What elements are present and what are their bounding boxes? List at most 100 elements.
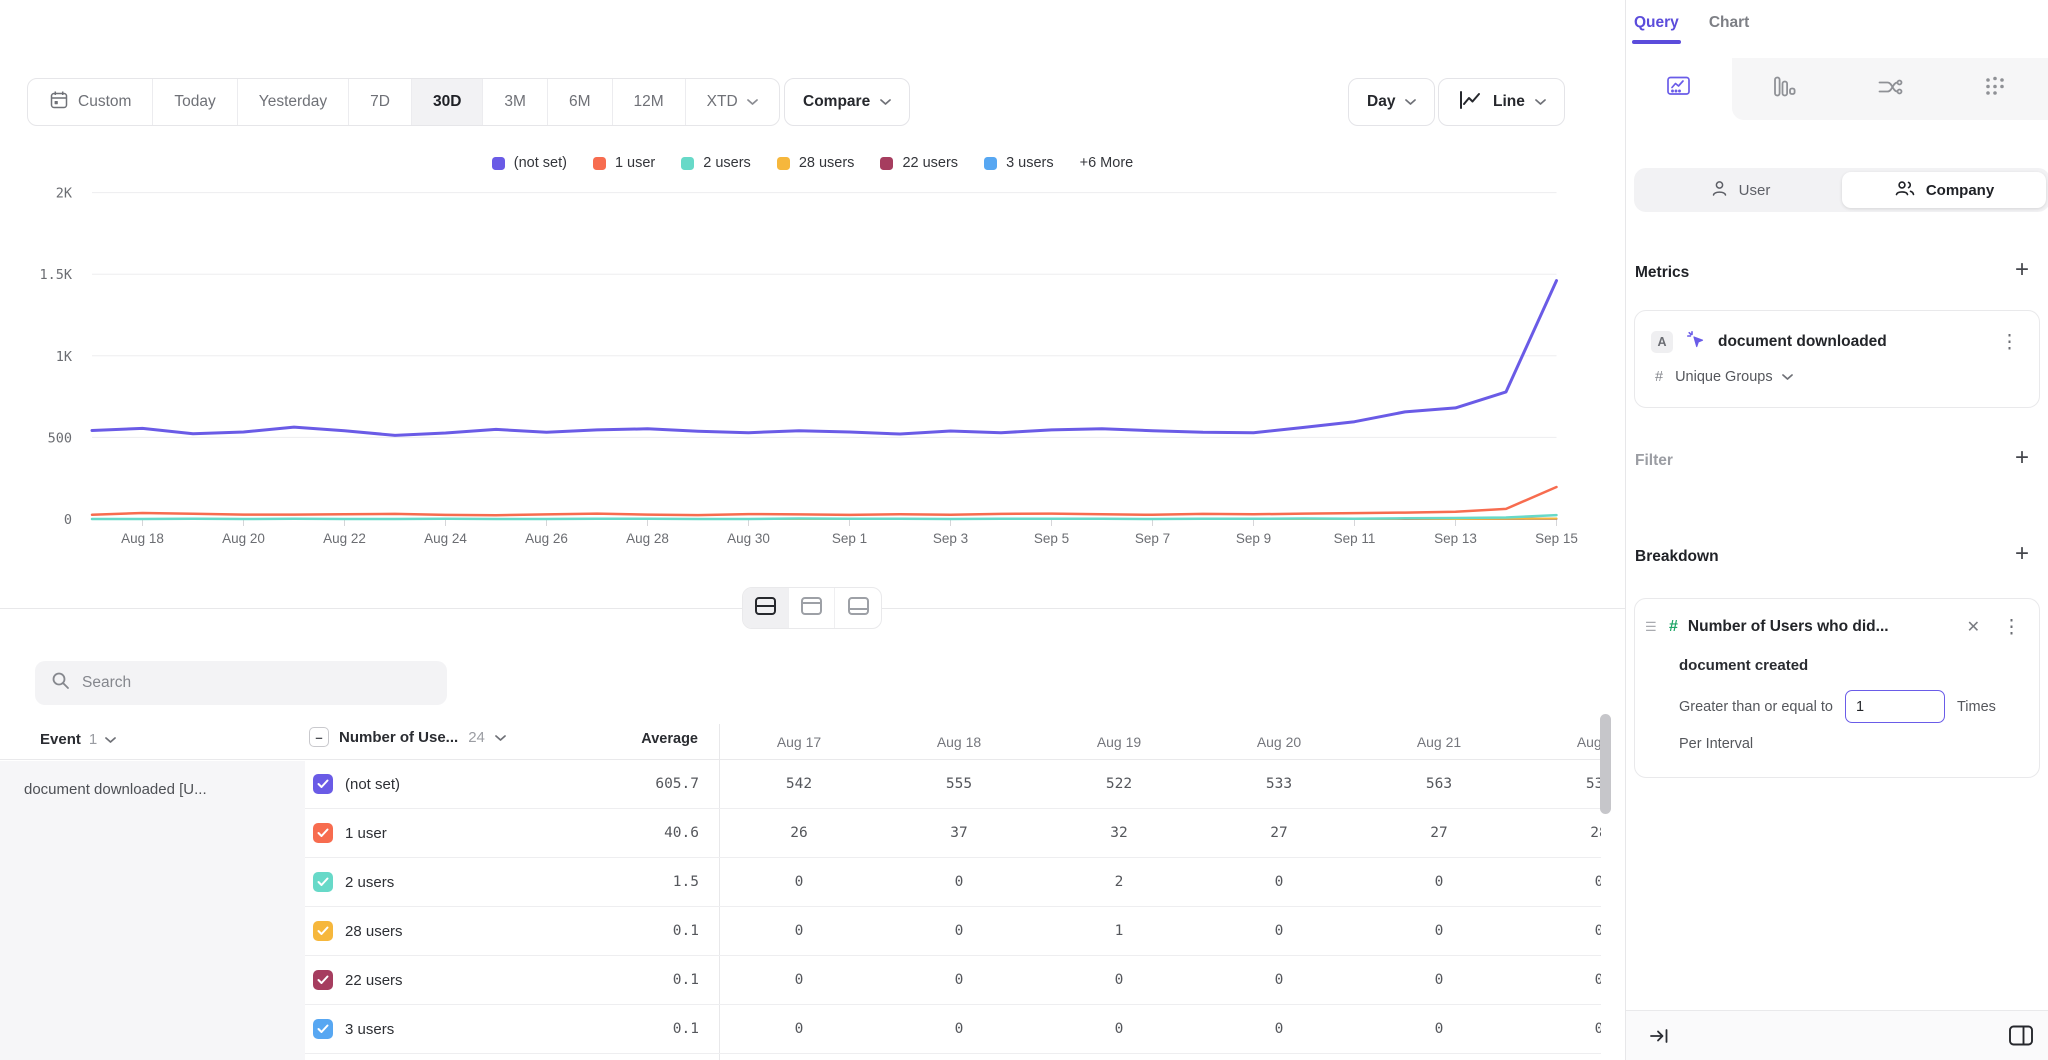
metric-badge: A	[1651, 331, 1673, 353]
row-label: 22 users	[345, 972, 597, 989]
breakdown-title: Number of Users who did...	[1688, 618, 1951, 636]
date-value-cell: 1	[1039, 923, 1199, 939]
date-value-cell: 0	[1199, 923, 1359, 939]
date-value-cell: 27	[1199, 825, 1359, 841]
date-header-row: Aug 17Aug 18Aug 19Aug 20Aug 21Aug 22	[719, 724, 1601, 760]
x-axis-label: Aug 20	[222, 531, 265, 546]
add-metric-button[interactable]: +	[2010, 258, 2034, 282]
event-cell[interactable]: document downloaded [U...	[0, 761, 305, 1060]
table-row[interactable]: 1 user40.6	[305, 809, 719, 858]
row-checkbox[interactable]	[313, 774, 333, 794]
date-value-cell: 0	[1519, 1021, 1601, 1037]
table-row[interactable]: 28 users0.1	[305, 907, 719, 956]
chart-type-tab-grid-dots[interactable]	[1943, 58, 2048, 120]
date-column-header[interactable]: Aug 18	[879, 734, 1039, 750]
event-column-header[interactable]: Event 1	[40, 731, 116, 748]
panel-bottom-bar	[1626, 1010, 2048, 1060]
chart-type-tabs	[1626, 58, 2048, 120]
search-input[interactable]	[82, 674, 431, 692]
date-value-cell: 0	[1359, 972, 1519, 988]
autocapture-sparkle-icon	[1685, 329, 1706, 355]
date-column-header[interactable]: Aug 20	[1199, 734, 1359, 750]
grid-dots-icon	[1983, 75, 2007, 103]
series-column-header[interactable]: – Number of Use... 24	[309, 727, 506, 747]
scope-option-user[interactable]: User	[1638, 172, 1842, 208]
search-box	[35, 661, 447, 705]
add-breakdown-button[interactable]: +	[2010, 542, 2034, 566]
per-interval-label: Per Interval	[1635, 723, 2039, 770]
date-value-cell: 0	[1359, 1021, 1519, 1037]
x-axis-label: Sep 13	[1434, 531, 1477, 546]
select-all-checkbox[interactable]: –	[309, 727, 329, 747]
table-scrollbar[interactable]	[1600, 714, 1611, 814]
date-value-cell: 0	[719, 972, 879, 988]
date-column-header[interactable]: Aug 17	[719, 734, 879, 750]
date-column-header[interactable]: Aug 21	[1359, 734, 1519, 750]
kebab-menu-icon[interactable]: ⋮	[1994, 331, 2025, 354]
date-value-cell: 0	[719, 923, 879, 939]
row-average: 0.1	[609, 1021, 719, 1037]
chart-type-tab-flow-chart[interactable]	[1837, 58, 1943, 120]
hash-icon: #	[1655, 369, 1663, 385]
scope-option-company[interactable]: Company	[1842, 172, 2046, 208]
layout-toggle-chart-only[interactable]	[789, 588, 835, 628]
row-label: 28 users	[345, 923, 597, 940]
scope-company-label: Company	[1926, 182, 1994, 199]
x-axis-label: Aug 26	[525, 531, 568, 546]
date-value-row: 542555522533563539	[719, 760, 1601, 809]
row-checkbox[interactable]	[313, 823, 333, 843]
row-checkbox[interactable]	[313, 1019, 333, 1039]
filter-section-title: Filter	[1635, 452, 1673, 470]
x-axis-label: Sep 5	[1034, 531, 1069, 546]
x-axis-label: Sep 11	[1334, 531, 1376, 546]
table-row[interactable]: 3 users 0.1	[305, 1005, 719, 1054]
date-value-cell: 0	[879, 874, 1039, 890]
date-value-cell: 0	[1359, 874, 1519, 890]
panel-tabs: Query Chart	[1634, 14, 1749, 44]
date-value-row: 001000	[719, 907, 1601, 956]
average-column-header[interactable]: Average	[560, 731, 698, 747]
add-filter-button[interactable]: +	[2010, 446, 2034, 470]
chevron-down-icon	[495, 729, 506, 746]
table-row[interactable]: 2 users1.5	[305, 858, 719, 907]
row-checkbox[interactable]	[313, 921, 333, 941]
row-checkbox[interactable]	[313, 872, 333, 892]
date-value-cell: 0	[1359, 923, 1519, 939]
kebab-menu-icon[interactable]: ⋮	[1996, 616, 2027, 639]
metrics-section-title: Metrics	[1635, 264, 1689, 282]
table-row[interactable]: (not set)605.7	[305, 760, 719, 809]
side-panel-icon[interactable]	[2008, 1024, 2034, 1047]
y-axis-label: 500	[48, 430, 72, 446]
date-value-cell: 563	[1359, 776, 1519, 792]
layout-toggle-split-view[interactable]	[743, 588, 789, 628]
condition-value-input[interactable]	[1845, 690, 1945, 723]
date-column-header[interactable]: Aug 19	[1039, 734, 1199, 750]
query-panel: Query Chart User Company Metrics + A	[1626, 0, 2048, 1060]
row-label: 3 users	[345, 1021, 597, 1038]
date-value-cell: 533	[1199, 776, 1359, 792]
breakdown-card[interactable]: ☰ # Number of Users who did... ✕ ⋮ docum…	[1634, 598, 2040, 778]
date-column-header[interactable]: Aug 22	[1519, 734, 1601, 750]
table-row[interactable]: 22 users0.1	[305, 956, 719, 1005]
tab-chart[interactable]: Chart	[1709, 14, 1749, 44]
chart-type-tab-bar-chart[interactable]	[1732, 58, 1838, 120]
layout-toggle-table-only[interactable]	[835, 588, 881, 628]
condition-suffix: Times	[1957, 699, 1996, 715]
metric-card[interactable]: A document downloaded ⋮ # Unique Groups	[1634, 310, 2040, 408]
event-header-label: Event	[40, 731, 81, 748]
series-line-1-user	[92, 487, 1557, 515]
row-checkbox[interactable]	[313, 970, 333, 990]
collapse-panel-icon[interactable]	[1648, 1026, 1670, 1046]
date-value-row: 002000	[719, 858, 1601, 907]
date-value-cell: 0	[879, 972, 1039, 988]
tab-query[interactable]: Query	[1634, 14, 1679, 44]
drag-handle-icon[interactable]: ☰	[1645, 623, 1659, 630]
close-icon[interactable]: ✕	[1961, 615, 1986, 639]
row-label: (not set)	[345, 776, 597, 793]
measure-dropdown[interactable]: Unique Groups	[1675, 369, 1793, 385]
x-axis-label: Sep 7	[1135, 531, 1170, 546]
date-value-cell: 0	[1039, 972, 1199, 988]
analytics-dashboard: CustomTodayYesterday7D30D3M6M12MXTD Comp…	[0, 0, 2048, 1060]
x-axis-label: Sep 3	[933, 531, 968, 546]
chart-type-tab-line-chart[interactable]	[1626, 58, 1732, 120]
